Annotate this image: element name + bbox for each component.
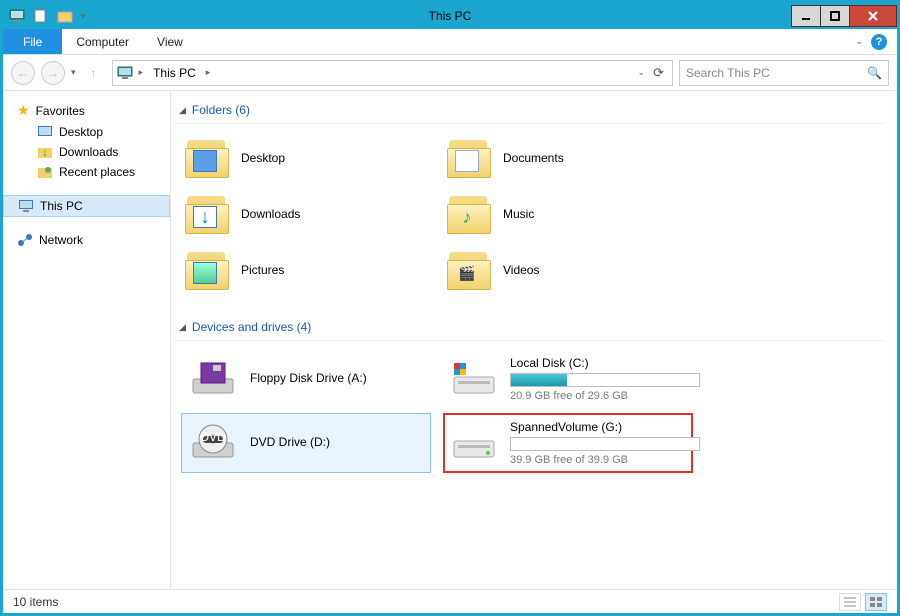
address-dropdown-icon[interactable]: ⌄	[638, 67, 646, 78]
dvd-icon: DVD	[188, 423, 238, 463]
sidebar-item-downloads[interactable]: ↓ Downloads	[3, 142, 170, 162]
drives-grid: Floppy Disk Drive (A:) Local Disk (C:) 2…	[175, 347, 885, 475]
close-button[interactable]	[849, 5, 897, 27]
navigation-pane[interactable]: ★ Favorites Desktop ↓ Downloads Recent p…	[3, 91, 171, 589]
svg-text:DVD: DVD	[200, 430, 226, 444]
folder-documents[interactable]: Documents	[443, 132, 693, 184]
search-placeholder: Search This PC	[686, 66, 770, 80]
menubar: File Computer View ⌄ ?	[3, 29, 897, 55]
network-icon	[17, 233, 33, 247]
body: ★ Favorites Desktop ↓ Downloads Recent p…	[3, 91, 897, 589]
folder-videos[interactable]: Videos	[443, 244, 693, 296]
chevron-right-icon[interactable]: ▸	[139, 67, 144, 78]
sidebar-item-network[interactable]: Network	[3, 230, 170, 250]
properties-icon[interactable]	[33, 9, 49, 23]
window-buttons	[792, 5, 897, 27]
hdd-icon	[450, 423, 498, 463]
help-icon[interactable]: ?	[871, 34, 887, 50]
quick-access-toolbar: ▾	[3, 9, 86, 23]
favorites-header[interactable]: ★ Favorites	[3, 99, 170, 122]
folder-icon	[185, 194, 229, 234]
sidebar-item-recent[interactable]: Recent places	[3, 162, 170, 182]
folder-icon	[447, 138, 491, 178]
file-tab[interactable]: File	[3, 29, 62, 54]
recent-icon	[37, 165, 53, 179]
ribbon-expand-icon[interactable]: ⌄	[855, 36, 863, 47]
folders-grid: Desktop Documents Downloads Music Pictur…	[175, 130, 885, 298]
qat-dropdown-icon[interactable]: ▾	[81, 11, 86, 22]
folder-downloads[interactable]: Downloads	[181, 188, 431, 240]
location-computer-icon	[117, 66, 133, 80]
drive-local-c[interactable]: Local Disk (C:) 20.9 GB free of 29.6 GB	[443, 349, 693, 409]
sidebar-item-desktop[interactable]: Desktop	[3, 122, 170, 142]
folder-icon	[447, 250, 491, 290]
hdd-icon	[450, 359, 498, 399]
drives-section-header[interactable]: ◢ Devices and drives (4)	[175, 316, 885, 341]
content-pane[interactable]: ◢ Folders (6) Desktop Documents Download…	[171, 91, 897, 589]
folder-icon	[185, 138, 229, 178]
collapse-icon[interactable]: ◢	[179, 322, 186, 333]
search-icon: 🔍	[867, 66, 882, 80]
folders-section-header[interactable]: ◢ Folders (6)	[175, 99, 885, 124]
drive-dvd[interactable]: DVD DVD Drive (D:)	[181, 413, 431, 473]
up-button[interactable]: ↑	[82, 61, 106, 85]
icons-view-button[interactable]	[865, 593, 887, 611]
titlebar[interactable]: ▾ This PC	[3, 3, 897, 29]
breadcrumb-thispc[interactable]: This PC	[149, 66, 200, 80]
minimize-button[interactable]	[791, 5, 821, 27]
svg-text:↓: ↓	[42, 145, 48, 159]
usage-bar	[510, 373, 700, 387]
folder-icon	[447, 194, 491, 234]
computer-icon	[18, 199, 34, 213]
star-icon: ★	[17, 102, 30, 119]
navbar: ← → ▾ ↑ ▸ This PC ▸ ⌄ ⟳ Search This PC 🔍	[3, 55, 897, 91]
item-count: 10 items	[13, 595, 58, 609]
drive-spanned-g[interactable]: SpannedVolume (G:) 39.9 GB free of 39.9 …	[443, 413, 693, 473]
view-tab[interactable]: View	[143, 29, 197, 54]
details-view-button[interactable]	[839, 593, 861, 611]
address-bar[interactable]: ▸ This PC ▸ ⌄ ⟳	[112, 60, 673, 86]
forward-button[interactable]: →	[41, 61, 65, 85]
window-title: This PC	[429, 9, 472, 23]
history-dropdown-icon[interactable]: ▾	[71, 67, 76, 78]
chevron-right-icon[interactable]: ▸	[206, 67, 211, 78]
back-button[interactable]: ←	[11, 61, 35, 85]
usage-bar	[510, 437, 700, 451]
refresh-icon[interactable]: ⟳	[653, 65, 664, 81]
folder-icon	[185, 250, 229, 290]
sidebar-item-thispc[interactable]: This PC	[3, 195, 170, 217]
computer-icon	[9, 9, 25, 23]
desktop-icon	[37, 125, 53, 139]
folder-icon[interactable]	[57, 9, 73, 23]
folder-desktop[interactable]: Desktop	[181, 132, 431, 184]
floppy-icon	[188, 359, 238, 399]
folder-pictures[interactable]: Pictures	[181, 244, 431, 296]
drive-floppy[interactable]: Floppy Disk Drive (A:)	[181, 349, 431, 409]
computer-tab[interactable]: Computer	[62, 29, 143, 54]
search-input[interactable]: Search This PC 🔍	[679, 60, 889, 86]
collapse-icon[interactable]: ◢	[179, 105, 186, 116]
statusbar: 10 items	[3, 589, 897, 613]
maximize-button[interactable]	[820, 5, 850, 27]
explorer-window: ▾ This PC File Computer View ⌄ ? ← → ▾ ↑…	[0, 0, 900, 616]
downloads-icon: ↓	[37, 145, 53, 159]
folder-music[interactable]: Music	[443, 188, 693, 240]
